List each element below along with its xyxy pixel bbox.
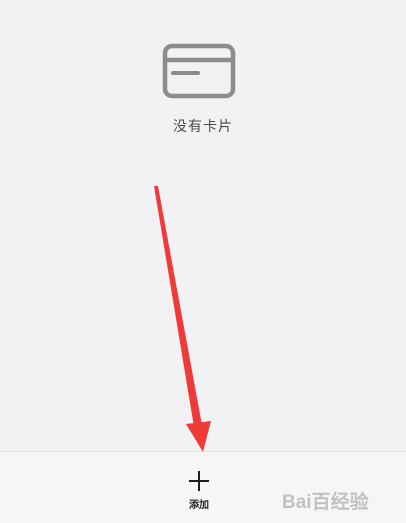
- add-card-button[interactable]: 添加: [174, 464, 224, 514]
- wallet-screen: 没有卡片 添加 Bai百经验: [0, 0, 406, 523]
- watermark: Bai百经验: [282, 485, 392, 513]
- credit-card-icon: [162, 43, 236, 99]
- watermark-text: Bai百经验: [282, 492, 369, 513]
- add-label: 添加: [189, 500, 209, 511]
- plus-icon: [189, 471, 209, 491]
- empty-state-message: 没有卡片: [173, 119, 233, 135]
